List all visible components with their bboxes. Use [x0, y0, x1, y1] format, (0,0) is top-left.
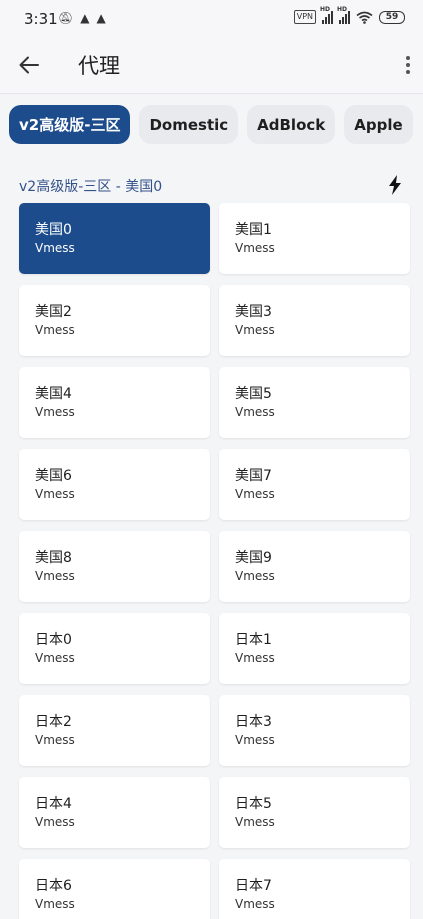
proxy-card[interactable]: 美国3 Vmess [219, 285, 410, 356]
proxy-card[interactable]: 美国8 Vmess [19, 531, 210, 602]
lightning-bolt-icon[interactable] [388, 175, 402, 195]
proxy-card[interactable]: 日本1 Vmess [219, 613, 410, 684]
proxy-name: 美国0 [35, 222, 72, 238]
proxy-type: Vmess [235, 487, 275, 501]
proxy-type: Vmess [35, 241, 75, 255]
proxy-name: 美国6 [35, 468, 72, 484]
vpn-icon: VPN [293, 10, 316, 24]
proxy-type: Vmess [35, 897, 75, 911]
app-bar: 代理 [0, 38, 423, 94]
hd-label: HD [337, 5, 348, 13]
proxy-name: 美国5 [235, 386, 272, 402]
notification-icons: 🔕︎ ▲ ▲ [58, 11, 106, 25]
more-menu-button[interactable] [401, 50, 415, 80]
cat-icon: ▲ [96, 11, 106, 25]
proxy-card[interactable]: 美国2 Vmess [19, 285, 210, 356]
back-button[interactable] [14, 50, 44, 80]
proxy-name: 美国9 [235, 550, 272, 566]
proxy-card[interactable]: 日本3 Vmess [219, 695, 410, 766]
proxy-name: 日本1 [235, 632, 272, 648]
proxy-card[interactable]: 日本5 Vmess [219, 777, 410, 848]
proxy-card[interactable]: 美国6 Vmess [19, 449, 210, 520]
tab-group-1[interactable]: Domestic [139, 105, 239, 144]
page-title: 代理 [78, 54, 120, 78]
proxy-name: 日本6 [35, 878, 72, 894]
proxy-card[interactable]: 美国7 Vmess [219, 449, 410, 520]
battery-icon: 59 [379, 10, 405, 24]
proxy-type: Vmess [35, 405, 75, 419]
proxy-name: 美国1 [235, 222, 272, 238]
signal-icon: HD [337, 6, 350, 24]
more-vertical-icon [406, 56, 410, 60]
group-tabs: v2高级版-三区 Domestic AdBlock Apple [9, 105, 413, 144]
status-bar: 3:31 🔕︎ ▲ ▲ VPN HD HD 59 [0, 0, 423, 38]
tab-group-2[interactable]: AdBlock [247, 105, 336, 144]
proxy-type: Vmess [35, 323, 75, 337]
proxy-type: Vmess [235, 405, 275, 419]
proxy-name: 日本4 [35, 796, 72, 812]
proxy-name: 日本2 [35, 714, 72, 730]
wifi-icon [356, 11, 373, 24]
proxy-card[interactable]: 日本7 Vmess [219, 859, 410, 919]
proxy-name: 日本0 [35, 632, 72, 648]
proxy-type: Vmess [235, 733, 275, 747]
proxy-type: Vmess [35, 733, 75, 747]
proxy-name: 美国7 [235, 468, 272, 484]
tab-group-0[interactable]: v2高级版-三区 [9, 105, 131, 144]
proxy-card[interactable]: 日本0 Vmess [19, 613, 210, 684]
proxy-name: 美国2 [35, 304, 72, 320]
proxy-name: 日本5 [235, 796, 272, 812]
proxy-type: Vmess [235, 241, 275, 255]
group-title: v2高级版-三区 - 美国0 [19, 179, 163, 195]
proxy-card[interactable]: 美国9 Vmess [219, 531, 410, 602]
proxy-type: Vmess [235, 651, 275, 665]
proxy-type: Vmess [235, 815, 275, 829]
proxy-card[interactable]: 美国1 Vmess [219, 203, 410, 274]
proxy-card[interactable]: 美国0 Vmess [19, 203, 210, 274]
proxy-type: Vmess [35, 487, 75, 501]
notification-bell-muted-icon: 🔕︎ [58, 11, 74, 25]
proxy-type: Vmess [235, 569, 275, 583]
proxy-type: Vmess [35, 651, 75, 665]
arrow-left-icon [19, 56, 39, 74]
signal-icon: HD [320, 6, 333, 24]
proxy-card[interactable]: 日本6 Vmess [19, 859, 210, 919]
tab-group-3[interactable]: Apple [344, 105, 413, 144]
proxy-name: 日本3 [235, 714, 272, 730]
hd-label: HD [320, 5, 331, 13]
proxy-type: Vmess [235, 323, 275, 337]
proxy-type: Vmess [35, 569, 75, 583]
proxy-card[interactable]: 日本4 Vmess [19, 777, 210, 848]
proxy-name: 美国4 [35, 386, 72, 402]
proxy-card[interactable]: 美国5 Vmess [219, 367, 410, 438]
proxy-card[interactable]: 日本2 Vmess [19, 695, 210, 766]
proxy-type: Vmess [35, 815, 75, 829]
proxy-name: 美国8 [35, 550, 72, 566]
proxy-list: 美国0 Vmess 美国1 Vmess 美国2 Vmess 美国3 Vmess 美国4 Vmess… [19, 203, 410, 919]
status-time: 3:31 [24, 10, 58, 28]
proxy-card[interactable]: 美国4 Vmess [19, 367, 210, 438]
proxy-name: 美国3 [235, 304, 272, 320]
cat-icon: ▲ [80, 11, 90, 25]
proxy-type: Vmess [235, 897, 275, 911]
proxy-name: 日本7 [235, 878, 272, 894]
system-icons: VPN HD HD 59 [293, 6, 405, 24]
